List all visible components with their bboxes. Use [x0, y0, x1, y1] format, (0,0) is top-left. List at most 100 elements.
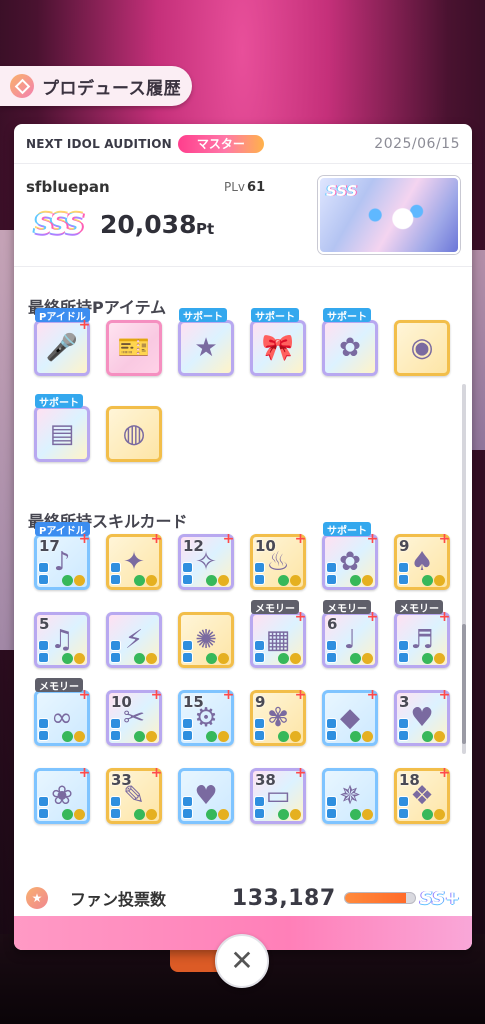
card-tag: メモリー	[251, 600, 299, 615]
skill-card[interactable]: ♥	[178, 768, 234, 824]
skill-card-number: 3	[399, 693, 410, 711]
skill-type-icons	[254, 718, 266, 741]
skill-type-icon	[38, 574, 49, 585]
divider	[14, 266, 472, 267]
skill-card[interactable]: Pアイドル ♪ 17 +	[34, 522, 91, 590]
p-item[interactable]: ◍	[106, 406, 162, 462]
card-tag: サポート	[323, 522, 371, 537]
wristband-icon: ◍	[122, 419, 146, 449]
skill-cost-icons	[134, 653, 157, 664]
skill-card[interactable]: ✺	[178, 612, 234, 668]
ribbon-icon: 🎀	[261, 333, 295, 363]
fan-star-icon: ★	[26, 887, 48, 909]
skill-card[interactable]: ♨ 10 +	[250, 532, 306, 590]
skill-card[interactable]: ✎ 33 +	[106, 766, 162, 824]
card-tag: メモリー	[35, 678, 83, 693]
skill-type-icons	[254, 562, 266, 585]
produce-date: 2025/06/15	[374, 135, 460, 152]
cost-dot-icon	[134, 809, 145, 820]
skill-card[interactable]: ▭ 38 +	[250, 765, 307, 824]
cost-dot-icon	[62, 653, 73, 664]
skill-card-art: ✿	[339, 547, 361, 577]
score-unit: Pt	[196, 220, 215, 238]
skill-card-number: 38	[255, 771, 276, 789]
skill-card-art: ♥	[194, 781, 218, 811]
skill-card[interactable]: ◆ +	[322, 688, 378, 746]
skill-card[interactable]: ✾ 9 +	[250, 687, 307, 746]
flower-card-icon: ✿	[339, 333, 361, 363]
skill-card[interactable]: メモリー ∞ +	[34, 678, 90, 746]
close-button[interactable]: ✕	[215, 934, 269, 988]
skill-cost-icons	[278, 731, 301, 742]
fan-rank-logo: SS+	[419, 887, 460, 909]
cost-dot-icon	[422, 575, 433, 586]
skill-cost-icons	[206, 653, 229, 664]
ticket-icon: 🎫	[117, 333, 151, 363]
skill-type-icon	[182, 808, 193, 819]
skill-type-icons	[254, 640, 266, 663]
p-item[interactable]: サポート 🎀	[250, 308, 306, 376]
audition-header: NEXT IDOL AUDITION マスター 2025/06/15	[14, 124, 472, 164]
p-item[interactable]: サポート ✿	[322, 308, 378, 376]
skill-cost-icons	[134, 731, 157, 742]
card-tag: メモリー	[395, 600, 443, 615]
skill-type-icon	[254, 652, 265, 663]
skill-card[interactable]: メモリー ▦ +	[250, 600, 306, 668]
audition-name: NEXT IDOL AUDITION	[26, 136, 172, 151]
skill-card[interactable]: ✂ 10 +	[106, 688, 162, 746]
skill-type-icon	[182, 652, 193, 663]
enhanced-plus-icon: +	[438, 609, 451, 625]
p-item[interactable]: サポート ★	[178, 308, 234, 376]
p-item[interactable]: サポート ▤	[34, 394, 90, 462]
skill-cost-icons	[134, 809, 157, 820]
skill-card-art: ♠	[410, 547, 434, 577]
skill-type-icon	[38, 796, 49, 807]
skill-type-icon	[182, 718, 193, 729]
skill-card[interactable]: サポート ✿ +	[322, 522, 378, 590]
skill-card[interactable]: メモリー ♩ 6 +	[322, 600, 378, 668]
cost-dot-icon	[146, 575, 157, 586]
skill-card[interactable]: メモリー ♬ +	[394, 600, 451, 668]
skill-cost-icons	[278, 653, 301, 664]
skill-card[interactable]: ✧ 12 +	[178, 532, 234, 590]
skill-cost-icons	[422, 575, 445, 586]
skill-card[interactable]: ♫ 5	[34, 612, 90, 668]
skill-card[interactable]: ✵	[322, 768, 378, 824]
cost-dot-icon	[422, 653, 433, 664]
p-item[interactable]: ◉	[394, 320, 450, 376]
skill-type-icon	[326, 562, 337, 573]
skill-card[interactable]: ❖ 18 +	[394, 766, 450, 824]
skill-card[interactable]: ✦ +	[106, 532, 162, 590]
skill-card[interactable]: ⚡	[106, 612, 162, 668]
skill-card-number: 18	[399, 771, 420, 789]
skill-card[interactable]: ♥ 3 +	[394, 688, 450, 746]
enhanced-plus-icon: +	[78, 531, 91, 547]
enhanced-plus-icon: +	[294, 687, 307, 703]
skill-type-icon	[398, 808, 409, 819]
cost-dot-icon	[74, 575, 85, 586]
enhanced-plus-icon: +	[438, 531, 451, 547]
card-tag: サポート	[35, 394, 83, 409]
skill-type-icon	[38, 640, 49, 651]
p-item[interactable]: 🎫	[106, 320, 162, 376]
cost-dot-icon	[278, 809, 289, 820]
skill-card-art: ♥	[410, 703, 434, 733]
skill-card[interactable]: ❀ +	[34, 766, 90, 824]
enhanced-plus-icon: +	[294, 765, 307, 781]
skill-card[interactable]: ♠ 9 +	[394, 531, 451, 590]
cost-dot-icon	[290, 575, 301, 586]
cost-dot-icon	[434, 731, 445, 742]
thumb-rank-logo: SSS	[326, 182, 358, 200]
p-item[interactable]: Pアイドル 🎤 +	[34, 308, 90, 376]
skill-card-art: ♬	[410, 625, 434, 655]
skill-type-icons	[182, 796, 194, 819]
skill-type-icon	[38, 718, 49, 729]
skill-card-art: ✵	[339, 781, 361, 811]
skill-type-icons	[398, 640, 410, 663]
idol-portrait[interactable]: SSS	[318, 176, 460, 254]
skill-card-number: 10	[111, 693, 132, 711]
scrollbar-thumb[interactable]	[462, 624, 466, 744]
skill-type-icon	[254, 808, 265, 819]
skill-type-icon	[182, 574, 193, 585]
skill-card[interactable]: ⚙ 15 +	[178, 688, 234, 746]
